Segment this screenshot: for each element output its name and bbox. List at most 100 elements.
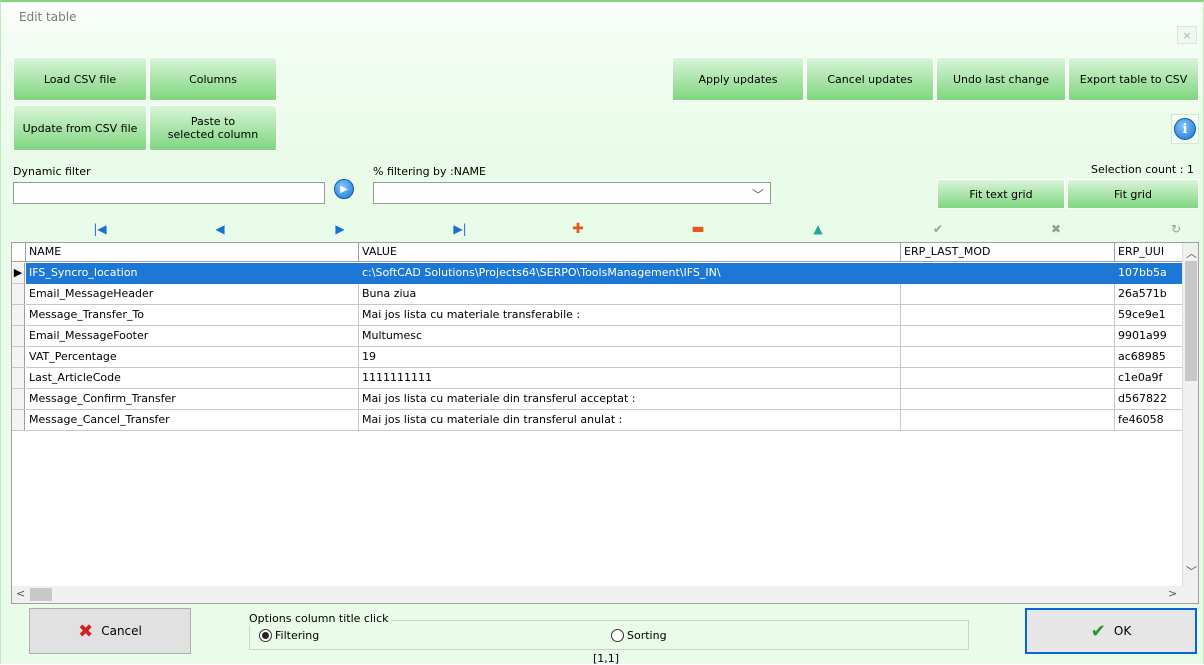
- first-icon[interactable]: |◀: [89, 220, 111, 238]
- horizontal-scroll-thumb[interactable]: [30, 588, 52, 601]
- cell-value[interactable]: 19: [359, 347, 901, 368]
- fit-text-grid-label: Fit text grid: [969, 187, 1033, 201]
- cell-name[interactable]: IFS_Syncro_location: [26, 263, 359, 284]
- cell-erp-last-mod[interactable]: [901, 368, 1115, 389]
- cell-erp-uuid[interactable]: fe46058: [1115, 410, 1185, 431]
- cell-name[interactable]: Last_ArticleCode: [26, 368, 359, 389]
- undo-last-change-label: Undo last change: [952, 72, 1050, 86]
- close-icon: ×: [1182, 28, 1192, 42]
- edit-table-window: Edit table × Load CSV file Columns Apply…: [0, 0, 1204, 665]
- column-header-erp-last-mod[interactable]: ERP_LAST_MOD: [901, 243, 1115, 262]
- cancel-label: Cancel: [101, 624, 142, 638]
- cell-name[interactable]: Email_MessageFooter: [26, 326, 359, 347]
- vertical-scrollbar[interactable]: ︿ ﹀: [1182, 243, 1198, 587]
- load-csv-label: Load CSV file: [43, 72, 117, 86]
- table-row[interactable]: Last_ArticleCode 1111111111 c1e0a9f: [12, 368, 1185, 389]
- filtering-label: Filtering: [275, 629, 320, 642]
- table-row[interactable]: ▶ IFS_Syncro_location c:\SoftCAD Solutio…: [12, 263, 1185, 284]
- cell-erp-uuid[interactable]: ac68985: [1115, 347, 1185, 368]
- options-column-title-label: Options column title click: [247, 612, 391, 625]
- cell-value[interactable]: Mai jos lista cu materiale din transferu…: [359, 410, 901, 431]
- export-table-csv-button[interactable]: Export table to CSV: [1068, 57, 1199, 101]
- cell-name[interactable]: Message_Confirm_Transfer: [26, 389, 359, 410]
- cell-erp-uuid[interactable]: 26a571b: [1115, 284, 1185, 305]
- dynamic-filter-input[interactable]: [13, 182, 325, 204]
- fit-grid-button[interactable]: Fit grid: [1067, 179, 1199, 209]
- data-grid[interactable]: NAME VALUE ERP_LAST_MOD ERP_UUI ▶ IFS_Sy…: [11, 242, 1199, 604]
- cell-erp-last-mod[interactable]: [901, 410, 1115, 431]
- cell-value[interactable]: Mai jos lista cu materiale din transferu…: [359, 389, 901, 410]
- fit-text-grid-button[interactable]: Fit text grid: [937, 179, 1065, 209]
- paste-label-line2: selected column: [167, 128, 259, 141]
- info-button[interactable]: i: [1171, 114, 1199, 144]
- scroll-up-icon[interactable]: ︿: [1186, 245, 1197, 261]
- cell-erp-last-mod[interactable]: [901, 305, 1115, 326]
- table-row[interactable]: VAT_Percentage 19 ac68985: [12, 347, 1185, 368]
- paste-label-line1: Paste to: [190, 115, 236, 128]
- indicator-header: [12, 243, 26, 262]
- cell-erp-last-mod[interactable]: [901, 263, 1115, 284]
- cell-value[interactable]: Buna ziua: [359, 284, 901, 305]
- next-icon[interactable]: ▶: [329, 220, 351, 238]
- table-row[interactable]: Email_MessageHeader Buna ziua 26a571b: [12, 284, 1185, 305]
- scroll-left-icon[interactable]: <: [16, 587, 25, 600]
- filtering-radio[interactable]: Filtering: [259, 629, 319, 642]
- ok-label: OK: [1113, 624, 1132, 638]
- vertical-scroll-thumb[interactable]: [1185, 261, 1197, 381]
- cell-erp-last-mod[interactable]: [901, 347, 1115, 368]
- paste-selected-column-button[interactable]: Paste to selected column: [149, 105, 277, 151]
- insert-icon[interactable]: ✚: [567, 220, 589, 238]
- cell-erp-last-mod[interactable]: [901, 389, 1115, 410]
- column-header-name[interactable]: NAME: [26, 243, 359, 262]
- cell-erp-uuid[interactable]: 9901a99: [1115, 326, 1185, 347]
- cell-name[interactable]: VAT_Percentage: [26, 347, 359, 368]
- cell-erp-last-mod[interactable]: [901, 326, 1115, 347]
- radio-unchecked-icon: [611, 629, 624, 642]
- cell-erp-uuid[interactable]: 107bb5a: [1115, 263, 1185, 284]
- export-table-csv-label: Export table to CSV: [1079, 72, 1188, 86]
- last-icon[interactable]: ▶|: [449, 220, 471, 238]
- row-indicator: [12, 326, 25, 347]
- apply-updates-button[interactable]: Apply updates: [672, 57, 804, 101]
- cell-erp-uuid[interactable]: c1e0a9f: [1115, 368, 1185, 389]
- refresh-icon[interactable]: ↻: [1165, 220, 1187, 238]
- cell-erp-last-mod[interactable]: [901, 284, 1115, 305]
- ok-button[interactable]: ✔ OK: [1025, 608, 1197, 654]
- table-row[interactable]: Email_MessageFooter Multumesc 9901a99: [12, 326, 1185, 347]
- table-row[interactable]: Message_Confirm_Transfer Mai jos lista c…: [12, 389, 1185, 410]
- chevron-down-icon: ﹀: [751, 188, 764, 202]
- cell-name[interactable]: Message_Transfer_To: [26, 305, 359, 326]
- cancel-button[interactable]: ✖ Cancel: [29, 608, 191, 654]
- prior-icon[interactable]: ◀: [209, 220, 231, 238]
- scroll-right-icon[interactable]: >: [1168, 587, 1177, 600]
- column-header-value[interactable]: VALUE: [359, 243, 901, 262]
- table-row[interactable]: Message_Transfer_To Mai jos lista cu mat…: [12, 305, 1185, 326]
- filter-combo[interactable]: ﹀: [373, 182, 771, 204]
- load-csv-button[interactable]: Load CSV file: [13, 57, 147, 101]
- cell-erp-uuid[interactable]: 59ce9e1: [1115, 305, 1185, 326]
- delete-icon[interactable]: ▬: [687, 220, 709, 238]
- edit-icon[interactable]: ▲: [807, 220, 829, 238]
- cell-value[interactable]: c:\SoftCAD Solutions\Projects64\SERPO\To…: [359, 263, 901, 284]
- cell-value[interactable]: 1111111111: [359, 368, 901, 389]
- undo-last-change-button[interactable]: Undo last change: [936, 57, 1066, 101]
- update-from-csv-button[interactable]: Update from CSV file: [13, 105, 147, 151]
- cell-value[interactable]: Mai jos lista cu materiale transferabile…: [359, 305, 901, 326]
- cell-erp-uuid[interactable]: d567822: [1115, 389, 1185, 410]
- columns-label: Columns: [189, 72, 237, 86]
- cancel-icon[interactable]: ✖: [1045, 220, 1067, 238]
- sorting-radio[interactable]: Sorting: [611, 629, 667, 642]
- cancel-updates-button[interactable]: Cancel updates: [806, 57, 934, 101]
- cell-name[interactable]: Email_MessageHeader: [26, 284, 359, 305]
- scroll-down-icon[interactable]: ﹀: [1186, 563, 1197, 579]
- cell-value[interactable]: Multumesc: [359, 326, 901, 347]
- horizontal-scrollbar[interactable]: < >: [12, 586, 1198, 603]
- cell-name[interactable]: Message_Cancel_Transfer: [26, 410, 359, 431]
- table-row[interactable]: Message_Cancel_Transfer Mai jos lista cu…: [12, 410, 1185, 431]
- close-button[interactable]: ×: [1177, 26, 1197, 44]
- post-icon[interactable]: ✔: [927, 220, 949, 238]
- columns-button[interactable]: Columns: [149, 57, 277, 101]
- column-header-erp-uuid[interactable]: ERP_UUI: [1115, 243, 1185, 262]
- apply-updates-label: Apply updates: [698, 72, 778, 86]
- apply-filter-icon[interactable]: ▶: [334, 179, 354, 199]
